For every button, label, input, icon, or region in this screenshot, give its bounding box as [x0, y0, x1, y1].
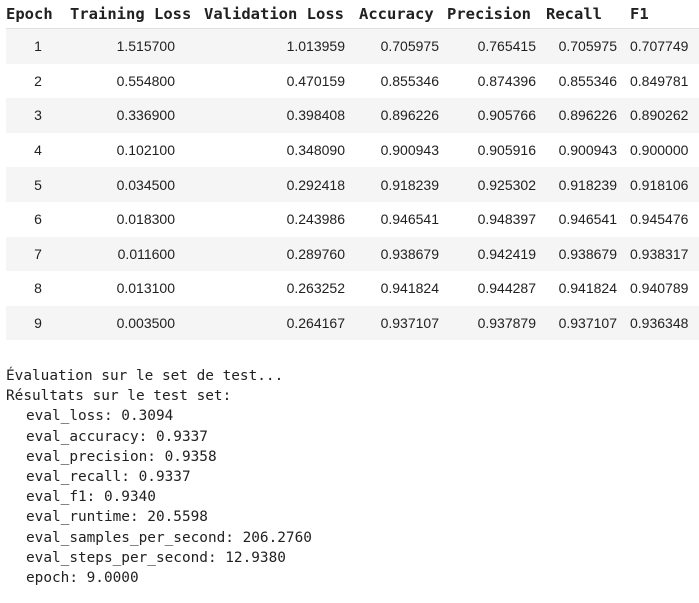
cell-training-loss: 1.515700: [70, 28, 204, 64]
cell-precision: 0.905766: [447, 98, 546, 133]
cell-accuracy: 0.946541: [359, 201, 447, 237]
cell-epoch: 3: [6, 98, 70, 133]
cell-precision: 0.944287: [447, 271, 546, 306]
cell-training-loss: 0.336900: [70, 98, 204, 133]
cell-f1: 0.849781: [626, 63, 699, 99]
cell-training-loss: 0.003500: [70, 305, 204, 340]
cell-training-loss: 0.018300: [70, 201, 204, 237]
header-recall: Recall: [546, 0, 626, 29]
table-row: 4 0.102100 0.348090 0.900943 0.905916 0.90094…: [6, 132, 699, 168]
cell-recall: 0.918239: [546, 167, 626, 202]
metrics-list: eval_loss: 0.3094 eval_accuracy: 0.9337 ev…: [6, 406, 312, 588]
cell-recall: 0.900943: [546, 132, 626, 168]
metric-line: epoch: 9.0000: [26, 570, 139, 587]
console-line-results-header: Résultats sur le test set:: [6, 388, 232, 405]
table-row: 3 0.336900 0.398408 0.896226 0.905766 0.89622…: [6, 98, 699, 133]
cell-f1: 0.900000: [626, 132, 699, 168]
cell-epoch: 1: [6, 28, 70, 64]
table-row: 1 1.515700 1.013959 0.705975 0.765415 0.70597…: [6, 28, 699, 64]
header-precision: Precision: [447, 0, 546, 29]
cell-epoch: 6: [6, 201, 70, 237]
cell-accuracy: 0.918239: [359, 167, 447, 202]
table-row: 6 0.018300 0.243986 0.946541 0.948397 0.94654…: [6, 201, 699, 237]
cell-validation-loss: 0.398408: [204, 98, 359, 133]
cell-recall: 0.896226: [546, 98, 626, 133]
cell-accuracy: 0.941824: [359, 271, 447, 306]
cell-f1: 0.707749: [626, 28, 699, 64]
cell-training-loss: 0.034500: [70, 167, 204, 202]
cell-f1: 0.945476: [626, 201, 699, 237]
console-line-evaluating: Évaluation sur le set de test...: [6, 368, 284, 384]
cell-epoch: 5: [6, 167, 70, 202]
cell-training-loss: 0.011600: [70, 236, 204, 272]
training-results-table-container: Epoch Training Loss Validation Loss Accu…: [0, 0, 699, 340]
metric-line: eval_runtime: 20.5598: [26, 509, 208, 526]
cell-training-loss: 0.554800: [70, 63, 204, 99]
table-row: 9 0.003500 0.264167 0.937107 0.937879 0.93710…: [6, 305, 699, 340]
metric-line: eval_samples_per_second: 206.2760: [26, 529, 312, 546]
table-row: 2 0.554800 0.470159 0.855346 0.874396 0.85534…: [6, 63, 699, 99]
cell-recall: 0.938679: [546, 236, 626, 272]
cell-f1: 0.890262: [626, 98, 699, 133]
cell-training-loss: 0.013100: [70, 271, 204, 306]
header-f1: F1: [626, 0, 699, 29]
console-output: Évaluation sur le set de test... Résulta…: [6, 366, 312, 588]
header-validation-loss: Validation Loss: [204, 0, 359, 29]
cell-validation-loss: 0.292418: [204, 167, 359, 202]
cell-recall: 0.705975: [546, 28, 626, 64]
cell-validation-loss: 0.348090: [204, 132, 359, 168]
cell-precision: 0.925302: [447, 167, 546, 202]
cell-f1: 0.940789: [626, 271, 699, 306]
cell-precision: 0.765415: [447, 28, 546, 64]
table-row: 7 0.011600 0.289760 0.938679 0.942419 0.93867…: [6, 236, 699, 272]
cell-f1: 0.918106: [626, 167, 699, 202]
cell-f1: 0.938317: [626, 236, 699, 272]
metric-line: eval_loss: 0.3094: [26, 408, 174, 425]
cell-precision: 0.874396: [447, 63, 546, 99]
cell-accuracy: 0.705975: [359, 28, 447, 64]
cell-recall: 0.946541: [546, 201, 626, 237]
cell-epoch: 9: [6, 305, 70, 340]
cell-recall: 0.937107: [546, 305, 626, 340]
cell-validation-loss: 0.243986: [204, 201, 359, 237]
cell-epoch: 8: [6, 271, 70, 306]
metric-line: eval_f1: 0.9340: [26, 489, 156, 506]
cell-epoch: 4: [6, 132, 70, 168]
cell-training-loss: 0.102100: [70, 132, 204, 168]
metric-line: eval_steps_per_second: 12.9380: [26, 549, 286, 566]
cell-validation-loss: 1.013959: [204, 28, 359, 64]
header-accuracy: Accuracy: [359, 0, 447, 29]
table-header-row: Epoch Training Loss Validation Loss Accu…: [6, 0, 699, 29]
cell-recall: 0.855346: [546, 63, 626, 99]
table-row: 5 0.034500 0.292418 0.918239 0.925302 0.91823…: [6, 167, 699, 202]
cell-validation-loss: 0.264167: [204, 305, 359, 340]
metric-line: eval_precision: 0.9358: [26, 448, 217, 465]
cell-accuracy: 0.855346: [359, 63, 447, 99]
cell-precision: 0.948397: [447, 201, 546, 237]
cell-accuracy: 0.900943: [359, 132, 447, 168]
cell-accuracy: 0.896226: [359, 98, 447, 133]
metric-line: eval_recall: 0.9337: [26, 469, 191, 486]
cell-validation-loss: 0.289760: [204, 236, 359, 272]
table-row: 8 0.013100 0.263252 0.941824 0.944287 0.94182…: [6, 271, 699, 306]
cell-precision: 0.937879: [447, 305, 546, 340]
cell-validation-loss: 0.470159: [204, 63, 359, 99]
cell-recall: 0.941824: [546, 271, 626, 306]
cell-accuracy: 0.937107: [359, 305, 447, 340]
header-training-loss: Training Loss: [70, 0, 204, 29]
cell-f1: 0.936348: [626, 305, 699, 340]
cell-epoch: 2: [6, 63, 70, 99]
cell-validation-loss: 0.263252: [204, 271, 359, 306]
cell-precision: 0.942419: [447, 236, 546, 272]
cell-epoch: 7: [6, 236, 70, 272]
cell-accuracy: 0.938679: [359, 236, 447, 272]
cell-precision: 0.905916: [447, 132, 546, 168]
header-epoch: Epoch: [6, 0, 70, 29]
metric-line: eval_accuracy: 0.9337: [26, 428, 208, 445]
training-results-table: Epoch Training Loss Validation Loss Accu…: [6, 0, 699, 340]
